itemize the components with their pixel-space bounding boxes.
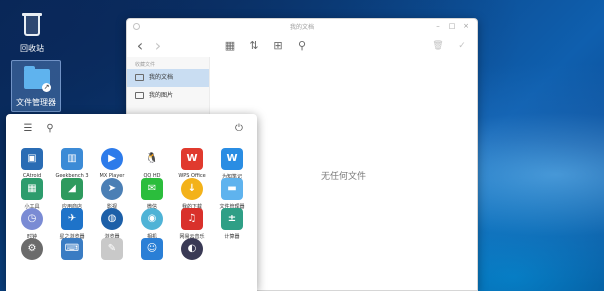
app-tile[interactable]: ✉ 微信 (132, 178, 172, 210)
settings-icon: ⚙ (21, 238, 43, 260)
maximize-button[interactable]: □ (447, 21, 457, 31)
star-browser-icon: ✈ (61, 208, 83, 230)
app-tile[interactable]: ✎ (92, 238, 132, 263)
app-tile[interactable]: ⚙ (12, 238, 52, 263)
launcher-header: ☰ ⚲ ⏻ (6, 114, 257, 144)
app-tile[interactable]: ✈ 星之浏览器 (52, 208, 92, 240)
download-icon: ↓ (181, 178, 203, 200)
app-tile[interactable]: W WPS Office (172, 148, 212, 179)
app-tile[interactable]: ▬ 文件管理器 (212, 178, 252, 210)
tools-icon: ▦ (21, 178, 43, 200)
clock-icon: ◷ (21, 208, 43, 230)
notes-icon: ✎ (101, 238, 123, 260)
app-tile[interactable]: 🐧 QQ HD (132, 148, 172, 179)
sidebar-item-label: 我的文档 (149, 74, 174, 81)
camera-icon: ◉ (141, 208, 163, 230)
sort-button[interactable]: ⇅ (247, 39, 261, 53)
app-tile[interactable]: W 为知笔记 (212, 148, 252, 180)
forward-button[interactable]: › (151, 38, 165, 54)
app-tile[interactable]: ◍ 浏览器 (92, 208, 132, 240)
mx-player-icon: ▶ (101, 148, 123, 170)
title-bar[interactable]: 我的文档 – □ × (127, 19, 477, 35)
back-button[interactable]: ‹ (133, 38, 147, 54)
app-tile[interactable]: ▦ 小工具 (12, 178, 52, 210)
app-tile[interactable]: ± 计算器 (212, 208, 252, 240)
toolbar: ‹ › ▦ ⇅ ⊞ ⚲ 🗑 ✓ (127, 35, 477, 57)
close-button[interactable]: × (461, 21, 471, 31)
menu-icon[interactable]: ☰ (22, 123, 34, 135)
catroid-icon: ▣ (21, 148, 43, 170)
desktop-trash[interactable]: 回收站 (7, 10, 57, 54)
image-icon (135, 92, 144, 99)
app-tile[interactable]: ➤ 影视 (92, 178, 132, 210)
calculator-icon: ± (221, 208, 243, 230)
wps-icon: W (181, 148, 203, 170)
sidebar-section-label: 收藏文件 (135, 62, 156, 68)
grid-view-button[interactable]: ▦ (223, 39, 237, 53)
app-store-icon: ◢ (61, 178, 83, 200)
wiz-note-icon: W (221, 148, 243, 170)
geekbench-icon: ▥ (61, 148, 83, 170)
new-folder-button[interactable]: ⊞ (271, 39, 285, 53)
app-tile[interactable]: ◉ 相机 (132, 208, 172, 240)
app-tile[interactable]: ⌨ (52, 238, 92, 263)
delete-button[interactable]: 🗑 (431, 39, 445, 53)
keyboard-icon: ⌨ (61, 238, 83, 260)
search-icon[interactable]: ⚲ (44, 123, 56, 135)
contacts-icon: ☺ (141, 238, 163, 260)
app-label: 计算器 (224, 234, 240, 240)
wechat-icon: ✉ (141, 178, 163, 200)
app-tile[interactable]: ◷ 时钟 (12, 208, 52, 240)
app-tile[interactable]: ▣ CAtroid (12, 148, 52, 179)
app-tile[interactable]: ↓ 我的下载 (172, 178, 212, 210)
video-icon: ➤ (101, 178, 123, 200)
search-button[interactable]: ⚲ (295, 39, 309, 53)
qq-icon: 🐧 (141, 148, 163, 170)
desktop-file-manager[interactable]: ↗ 文件管理器 (11, 60, 61, 112)
desktop-file-manager-label: 文件管理器 (16, 98, 56, 107)
trash-icon (17, 10, 47, 40)
sidebar-item-documents[interactable]: 我的文档 (127, 69, 209, 87)
window-title: 我的文档 (289, 24, 314, 31)
minimize-button[interactable]: – (433, 21, 443, 31)
app-tile[interactable]: ◢ 应用商店 (52, 178, 92, 210)
app-tile[interactable]: ☺ (132, 238, 172, 263)
music-icon: ◐ (181, 238, 203, 260)
browser-icon: ◍ (101, 208, 123, 230)
folder-icon (135, 74, 144, 81)
file-manager-icon: ▬ (221, 178, 243, 200)
check-button[interactable]: ✓ (455, 39, 469, 53)
app-launcher: ☰ ⚲ ⏻ ▣ CAtroid ▥ Geekbench 3 ▶ MX Player 🐧 QQ … (6, 114, 257, 291)
sidebar-item-pictures[interactable]: 我的图片 (127, 87, 209, 105)
folder-icon: ↗ (21, 64, 51, 94)
sidebar-item-label: 我的图片 (149, 92, 174, 99)
app-tile[interactable]: ▶ MX Player (92, 148, 132, 179)
netease-music-icon: ♫ (181, 208, 203, 230)
power-icon[interactable]: ⏻ (233, 123, 245, 135)
app-tile[interactable]: ▥ Geekbench 3 (52, 148, 92, 179)
desktop-trash-label: 回收站 (20, 44, 44, 53)
app-tile[interactable]: ♫ 网易云音乐 (172, 208, 212, 240)
app-tile[interactable]: ◐ (172, 238, 212, 263)
